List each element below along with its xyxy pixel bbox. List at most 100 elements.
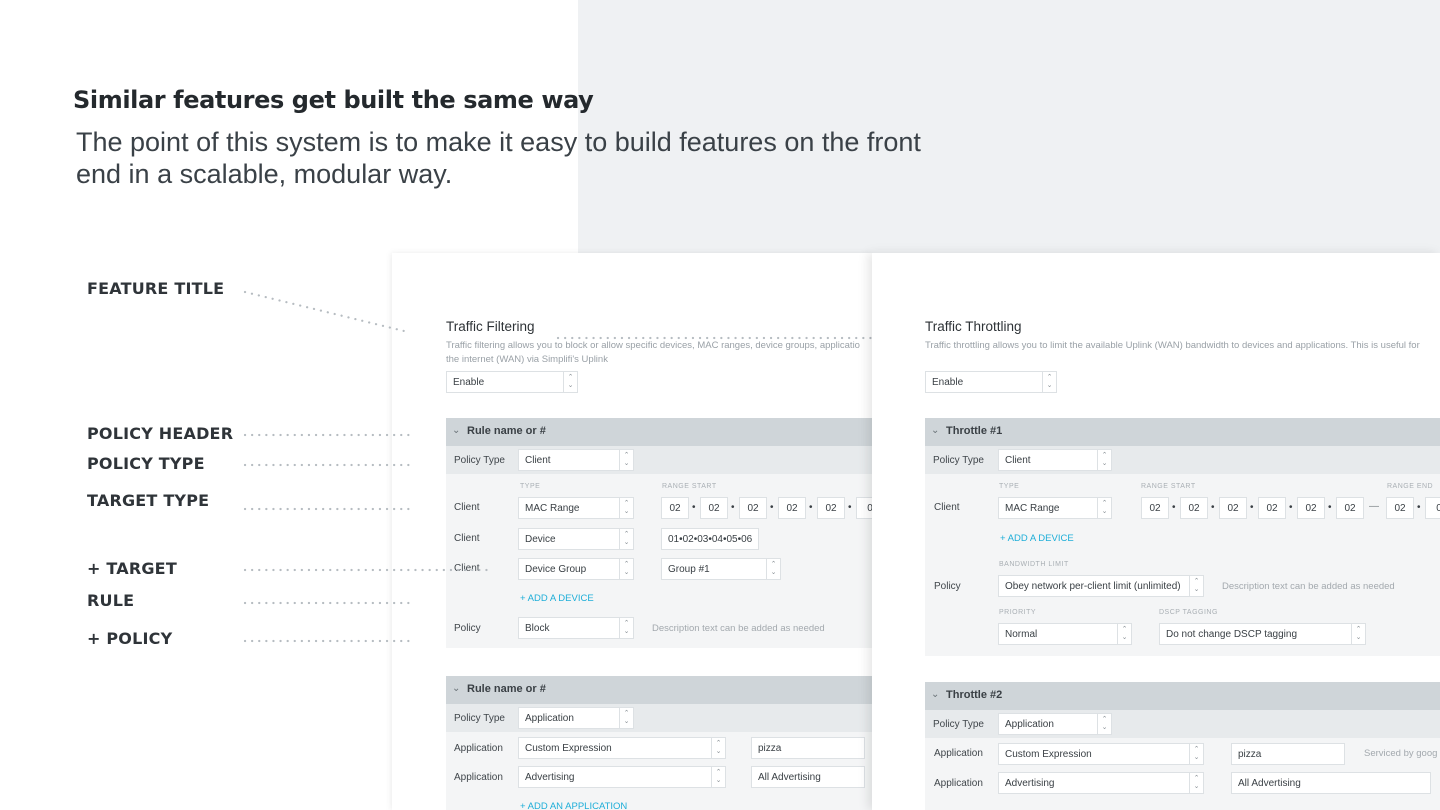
annotation-add-target: + TARGET (87, 559, 177, 578)
spinner-arrows-icon[interactable]: ⌃ ⌄ (619, 498, 633, 518)
priority-select[interactable]: Normal ⌃ ⌄ (998, 623, 1132, 645)
mac-segment[interactable]: 02 (1141, 497, 1169, 519)
target-label: Client (934, 502, 960, 513)
dscp-tagging-select[interactable]: Do not change DSCP tagging ⌃ ⌄ (1159, 623, 1366, 645)
page-subhead: The point of this system is to make it e… (76, 127, 921, 189)
target-type-select[interactable]: MAC Range ⌃ ⌄ (998, 497, 1112, 519)
mac-segment[interactable]: 02 (1258, 497, 1286, 519)
column-label-range-start: RANGE START (1141, 483, 1196, 490)
bandwidth-limit-select[interactable]: Obey network per-client limit (unlimited… (998, 575, 1204, 597)
add-device-link[interactable]: + ADD A DEVICE (1000, 533, 1074, 544)
mac-segment[interactable]: 02 (1180, 497, 1208, 519)
policy-header[interactable]: ⌄ Throttle #1 (925, 418, 1440, 446)
application-value-field[interactable]: pizza (1231, 743, 1345, 765)
add-device-link[interactable]: + ADD A DEVICE (520, 593, 594, 604)
policy-hint: Description text can be added as needed (652, 623, 825, 634)
spinner-arrows-icon[interactable]: ⌃ ⌄ (619, 529, 633, 549)
spinner-arrows-icon[interactable]: ⌃ ⌄ (1351, 624, 1365, 644)
application-type-select[interactable]: Custom Expression ⌃ ⌄ (998, 743, 1204, 765)
spinner-arrows-icon[interactable]: ⌃ ⌄ (1097, 450, 1111, 470)
annotation-rule: RULE (87, 591, 135, 610)
spinner-arrows-icon[interactable]: ⌃ ⌄ (766, 559, 780, 579)
mac-separator: • (1289, 502, 1293, 513)
application-value-field[interactable]: All Advertising (1231, 772, 1431, 794)
application-type-select[interactable]: Advertising ⌃ ⌄ (518, 766, 726, 788)
policy-select[interactable]: Block ⌃ ⌄ (518, 617, 634, 639)
add-application-link[interactable]: + ADD AN APPLICATION (520, 801, 627, 810)
mac-separator: • (848, 502, 852, 513)
target-label: Client (454, 533, 480, 544)
spinner-arrows-icon[interactable]: ⌃ ⌄ (619, 618, 633, 638)
enable-select[interactable]: Enable ⌃ ⌄ (925, 371, 1057, 393)
application-value-field[interactable]: All Advertising (751, 766, 865, 788)
mac-segment[interactable]: 02 (1297, 497, 1325, 519)
application-value-field[interactable]: pizza (751, 737, 865, 759)
mac-segment[interactable]: 02 (739, 497, 767, 519)
spinner-arrows-icon[interactable]: ⌃ ⌄ (1189, 576, 1203, 596)
target-label: Client (454, 563, 480, 574)
mac-segment[interactable]: 02 (1386, 497, 1414, 519)
spinner-arrows-icon[interactable]: ⌃ ⌄ (1189, 773, 1203, 793)
mac-segment[interactable]: 02 (817, 497, 845, 519)
spinner-arrows-icon[interactable]: ⌃ ⌄ (563, 372, 577, 392)
policy-label: Policy (934, 581, 961, 592)
rule-body (446, 474, 872, 648)
leader-feature-title (243, 290, 406, 333)
spinner-arrows-icon[interactable]: ⌃ ⌄ (619, 559, 633, 579)
target-label: Client (454, 502, 480, 513)
target-type-select[interactable]: MAC Range ⌃ ⌄ (518, 497, 634, 519)
dscp-tagging-label: DSCP TAGGING (1159, 609, 1218, 616)
chevron-down-icon[interactable]: ⌄ (452, 425, 460, 436)
mac-separator: • (1328, 502, 1332, 513)
column-label-type: TYPE (520, 483, 541, 490)
spinner-arrows-icon[interactable]: ⌃ ⌄ (1042, 372, 1056, 392)
target-type-select[interactable]: Device Group ⌃ ⌄ (518, 558, 634, 580)
mac-segment[interactable]: 02 (661, 497, 689, 519)
policy-type-select[interactable]: Client ⌃ ⌄ (998, 449, 1112, 471)
policy-type-select[interactable]: Application ⌃ ⌄ (998, 713, 1112, 735)
chevron-down-icon[interactable]: ⌄ (931, 689, 939, 700)
spinner-arrows-icon[interactable]: ⌃ ⌄ (1097, 498, 1111, 518)
policy-type-row: Policy Type (446, 704, 872, 732)
policy-hint: Description text can be added as needed (1222, 581, 1395, 592)
annotation-add-policy: + POLICY (87, 629, 173, 648)
traffic-filtering-panel: Traffic Filtering Traffic filtering allo… (392, 253, 872, 810)
spinner-arrows-icon[interactable]: ⌃ ⌄ (1097, 714, 1111, 734)
target-label: Application (934, 748, 983, 759)
spinner-arrows-icon[interactable]: ⌃ ⌄ (619, 708, 633, 728)
policy-header[interactable]: ⌄ Throttle #2 (925, 682, 1440, 710)
chevron-down-icon[interactable]: ⌄ (452, 683, 460, 694)
page-headline: Similar features get built the same way (73, 86, 594, 114)
mac-segment[interactable]: 02 (1219, 497, 1247, 519)
feature-title: Traffic Filtering (446, 319, 535, 334)
mac-separator: • (1250, 502, 1254, 513)
policy-type-select[interactable]: Application ⌃ ⌄ (518, 707, 634, 729)
mac-separator: • (692, 502, 696, 513)
application-type-select[interactable]: Custom Expression ⌃ ⌄ (518, 737, 726, 759)
mac-segment[interactable]: 0 (856, 497, 872, 519)
mac-segment[interactable]: 02 (1336, 497, 1364, 519)
policy-type-select[interactable]: Client ⌃ ⌄ (518, 449, 634, 471)
spinner-arrows-icon[interactable]: ⌃ ⌄ (619, 450, 633, 470)
spinner-arrows-icon[interactable]: ⌃ ⌄ (711, 738, 725, 758)
target-type-select[interactable]: Device ⌃ ⌄ (518, 528, 634, 550)
policy-type-row: Policy Type (446, 446, 872, 474)
enable-select[interactable]: Enable ⌃ ⌄ (446, 371, 578, 393)
device-value-field[interactable]: 01•02•03•04•05•06 (661, 528, 759, 550)
spinner-arrows-icon[interactable]: ⌃ ⌄ (711, 767, 725, 787)
annotation-policy-type: POLICY TYPE (87, 454, 205, 473)
chevron-down-icon[interactable]: ⌄ (931, 425, 939, 436)
spinner-arrows-icon[interactable]: ⌃ ⌄ (1117, 624, 1131, 644)
mac-segment[interactable]: 02 (778, 497, 806, 519)
policy-label: Policy (454, 623, 481, 634)
spinner-arrows-icon[interactable]: ⌃ ⌄ (1189, 744, 1203, 764)
policy-header[interactable]: ⌄ Rule name or # (446, 418, 872, 446)
mac-segment[interactable]: 0 (1425, 497, 1440, 519)
device-group-select[interactable]: Group #1 ⌃ ⌄ (661, 558, 781, 580)
mac-segment[interactable]: 02 (700, 497, 728, 519)
target-label: Application (454, 743, 503, 754)
application-type-select[interactable]: Advertising ⌃ ⌄ (998, 772, 1204, 794)
feature-title: Traffic Throttling (925, 319, 1022, 334)
policy-header[interactable]: ⌄ Rule name or # (446, 676, 872, 704)
target-label: Application (454, 772, 503, 783)
